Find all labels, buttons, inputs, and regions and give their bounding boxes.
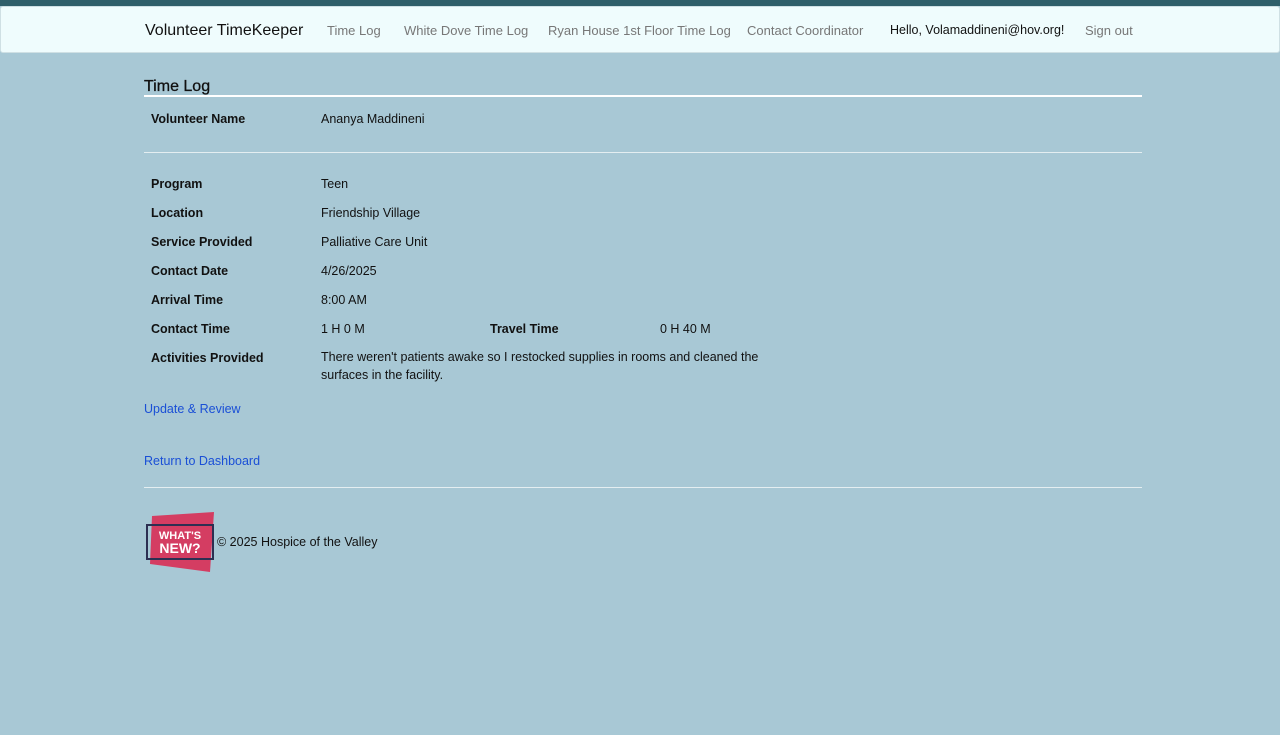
service-label: Service Provided	[151, 235, 253, 249]
contact-date-label: Contact Date	[151, 264, 229, 278]
brand-link[interactable]: Volunteer TimeKeeper	[145, 7, 303, 54]
arrival-time-value: 8:00 AM	[321, 293, 367, 307]
user-greeting-link[interactable]: Hello, Volamaddineni@hov.org!	[890, 7, 1064, 54]
program-label: Program	[151, 177, 203, 191]
footer-copyright: © 2025 Hospice of the Valley	[217, 535, 378, 549]
volunteer-name-value: Ananya Maddineni	[321, 112, 425, 126]
arrival-time-label: Arrival Time	[151, 293, 224, 307]
contact-date-value: 4/26/2025	[321, 264, 377, 278]
title-divider	[144, 95, 1142, 97]
location-label: Location	[151, 206, 204, 220]
nav-time-log[interactable]: Time Log	[327, 7, 381, 54]
sign-out-link[interactable]: Sign out	[1085, 7, 1133, 54]
contact-time-value: 1 H 0 M	[321, 322, 365, 336]
service-value: Palliative Care Unit	[321, 235, 428, 249]
footer-divider	[144, 487, 1142, 488]
section-divider	[144, 152, 1142, 153]
travel-time-value: 0 H 40 M	[660, 322, 711, 336]
page-title: Time Log	[144, 78, 211, 95]
whats-new-logo[interactable]: WHAT'S NEW?	[146, 512, 216, 574]
program-value: Teen	[321, 177, 349, 191]
travel-time-label: Travel Time	[490, 322, 559, 336]
return-dashboard-link[interactable]: Return to Dashboard	[144, 454, 260, 468]
volunteer-name-label: Volunteer Name	[151, 112, 246, 126]
activities-value: There weren't patients awake so I restoc…	[321, 350, 759, 382]
top-navbar: Volunteer TimeKeeper Time Log White Dove…	[0, 6, 1280, 53]
nav-ryan-house-time-log[interactable]: Ryan House 1st Floor Time Log	[548, 7, 731, 54]
nav-contact-coordinator[interactable]: Contact Coordinator	[747, 7, 863, 54]
location-value: Friendship Village	[321, 206, 421, 220]
activities-label: Activities Provided	[151, 351, 264, 365]
contact-time-label: Contact Time	[151, 322, 230, 336]
nav-white-dove-time-log[interactable]: White Dove Time Log	[404, 7, 528, 54]
update-review-link[interactable]: Update & Review	[144, 402, 241, 416]
logo-text-bottom: NEW?	[159, 540, 200, 556]
